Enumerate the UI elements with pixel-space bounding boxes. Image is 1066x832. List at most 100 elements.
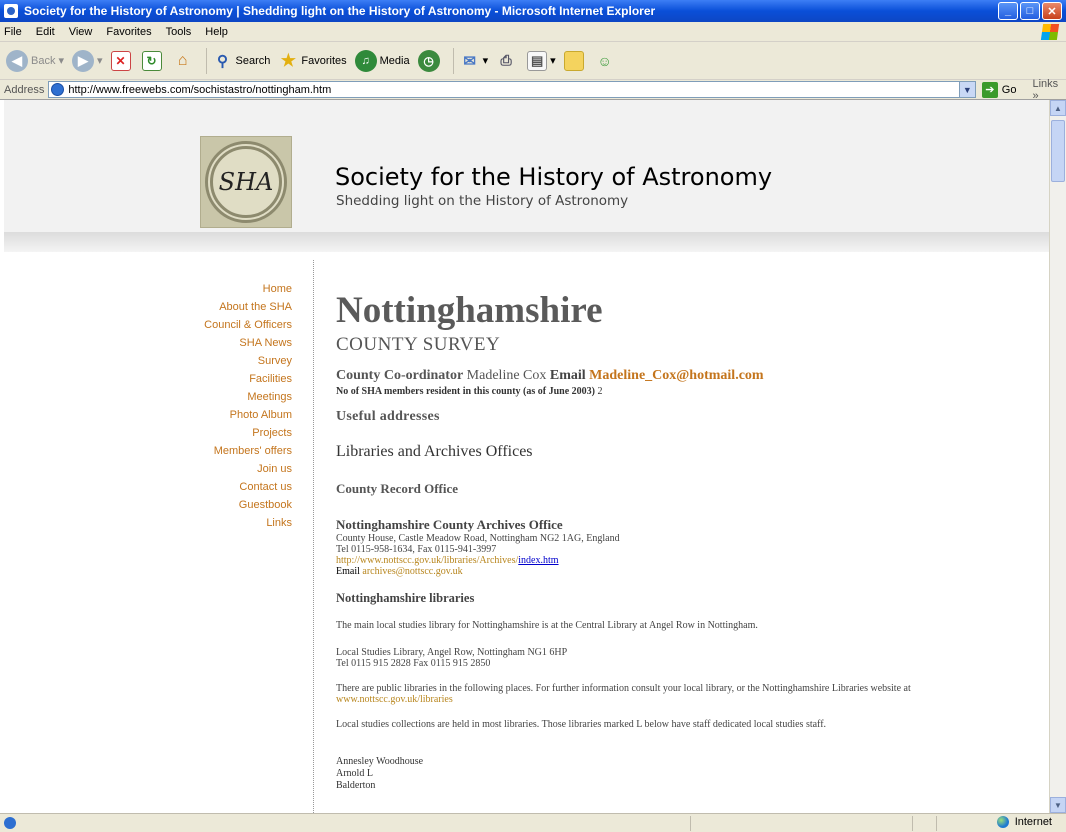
back-label: Back bbox=[31, 54, 56, 67]
media-icon: ♫ bbox=[354, 49, 377, 72]
discuss-button[interactable] bbox=[563, 50, 587, 71]
stop-button[interactable]: ✕ bbox=[110, 50, 134, 71]
central-library-paragraph: The main local studies library for Notti… bbox=[336, 620, 758, 631]
menu-view[interactable]: View bbox=[69, 26, 93, 38]
address-url[interactable]: http://www.freewebs.com/sochistastro/not… bbox=[68, 84, 331, 96]
nav-about[interactable]: About the SHA bbox=[164, 298, 292, 316]
nav-guestbook[interactable]: Guestbook bbox=[164, 496, 292, 514]
address-input[interactable]: http://www.freewebs.com/sochistastro/not… bbox=[48, 81, 976, 98]
sha-logo: SHA bbox=[200, 136, 292, 228]
archives-index-link[interactable]: index.htm bbox=[518, 555, 558, 566]
go-arrow-icon: ➔ bbox=[981, 81, 998, 98]
address-bar: Address http://www.freewebs.com/sochista… bbox=[0, 78, 1066, 102]
internet-globe-icon bbox=[996, 816, 1009, 828]
archives-office-name: Nottinghamshire County Archives Office bbox=[336, 517, 563, 532]
home-icon: ⌂ bbox=[177, 51, 188, 69]
menu-file[interactable]: File bbox=[4, 26, 22, 38]
links-label: Links bbox=[1032, 77, 1059, 90]
maximize-button[interactable]: □ bbox=[1020, 2, 1040, 20]
menu-favorites[interactable]: Favorites bbox=[106, 26, 151, 38]
place-item: Balderton bbox=[336, 780, 376, 791]
refresh-button[interactable]: ↻ bbox=[141, 50, 165, 71]
favorites-label: Favorites bbox=[301, 54, 347, 67]
edit-page-icon: ▤ bbox=[527, 50, 548, 71]
stop-icon: ✕ bbox=[110, 50, 131, 71]
search-button[interactable]: ⚲ Search bbox=[213, 51, 271, 71]
nav-contact[interactable]: Contact us bbox=[164, 478, 292, 496]
header-shadow bbox=[4, 232, 1049, 252]
libraries-website-link[interactable]: www.nottscc.gov.uk/libraries bbox=[336, 694, 1036, 705]
print-button[interactable]: ⎙ bbox=[496, 51, 519, 71]
address-label: Address bbox=[4, 83, 45, 96]
window-title: Society for the History of Astronomy | S… bbox=[24, 4, 656, 18]
nav-links[interactable]: Links bbox=[164, 514, 292, 532]
forward-dropdown-icon[interactable]: ▾ bbox=[97, 54, 103, 67]
local-studies-address: Local Studies Library, Angel Row, Nottin… bbox=[336, 647, 1036, 669]
nav-facilities[interactable]: Facilities bbox=[164, 370, 292, 388]
toolbar: ◀ Back ▾ ▶ ▾ ✕ ↻ ⌂ ⚲ Search ★ Favorites … bbox=[0, 42, 1066, 80]
edit-button[interactable]: ▤ ▾ bbox=[527, 50, 556, 71]
media-label: Media bbox=[379, 54, 410, 67]
web-page: SHA Society for the History of Astronomy… bbox=[4, 100, 1049, 813]
scroll-thumb[interactable] bbox=[1051, 120, 1065, 182]
edit-dropdown-icon[interactable]: ▾ bbox=[550, 54, 556, 67]
local-studies-phone: Tel 0115 915 2828 Fax 0115 915 2850 bbox=[336, 658, 491, 669]
nav-join[interactable]: Join us bbox=[164, 460, 292, 478]
members-value: 2 bbox=[597, 386, 603, 397]
back-button[interactable]: ◀ Back ▾ bbox=[6, 49, 64, 72]
close-button[interactable]: ✕ bbox=[1042, 2, 1062, 20]
nav-home[interactable]: Home bbox=[164, 280, 292, 298]
window-title-bar[interactable]: Society for the History of Astronomy | S… bbox=[0, 0, 1066, 22]
status-divider bbox=[936, 816, 937, 831]
archives-url-link[interactable]: http://www.nottscc.gov.uk/libraries/Arch… bbox=[336, 555, 518, 566]
vertical-scrollbar[interactable]: ▲ ▼ bbox=[1049, 100, 1066, 813]
record-office-heading: County Record Office bbox=[336, 481, 459, 496]
address-dropdown-icon[interactable]: ▼ bbox=[958, 82, 975, 97]
scroll-up-icon[interactable]: ▲ bbox=[1050, 100, 1066, 116]
nav-projects[interactable]: Projects bbox=[164, 424, 292, 442]
site-nav: Home About the SHA Council & Officers SH… bbox=[164, 280, 292, 532]
email-label: Email bbox=[549, 368, 586, 383]
search-icon: ⚲ bbox=[217, 52, 229, 70]
nav-council[interactable]: Council & Officers bbox=[164, 316, 292, 334]
favorites-button[interactable]: ★ Favorites bbox=[278, 51, 347, 71]
links-toolbar[interactable]: Links » bbox=[1032, 78, 1066, 102]
ie-window-icon bbox=[4, 4, 18, 18]
nav-survey[interactable]: Survey bbox=[164, 352, 292, 370]
page-title: Nottinghamshire bbox=[336, 290, 603, 331]
home-button[interactable]: ⌂ bbox=[173, 51, 196, 71]
nav-meetings[interactable]: Meetings bbox=[164, 388, 292, 406]
go-button[interactable]: ➔ Go bbox=[981, 81, 1016, 98]
menu-edit[interactable]: Edit bbox=[36, 26, 55, 38]
forward-button[interactable]: ▶ ▾ bbox=[72, 49, 103, 72]
menu-help[interactable]: Help bbox=[205, 26, 228, 38]
minimize-button[interactable]: _ bbox=[998, 2, 1018, 20]
back-arrow-icon: ◀ bbox=[6, 49, 28, 72]
search-label: Search bbox=[235, 54, 271, 67]
page-icon bbox=[51, 83, 65, 96]
sha-seal-icon: SHA bbox=[205, 141, 287, 223]
nav-photo-album[interactable]: Photo Album bbox=[164, 406, 292, 424]
place-item: Arnold L bbox=[336, 768, 373, 779]
page-subtitle: COUNTY SURVEY bbox=[336, 334, 501, 355]
archives-email-link[interactable]: archives@nottscc.gov.uk bbox=[362, 566, 462, 577]
security-zone: Internet bbox=[996, 816, 1052, 828]
history-button[interactable]: ◷ bbox=[417, 49, 443, 72]
coordinator-line: County Co-ordinator Madeline Cox Email M… bbox=[336, 368, 1036, 384]
scroll-down-icon[interactable]: ▼ bbox=[1050, 797, 1066, 813]
mail-dropdown-icon[interactable]: ▾ bbox=[483, 54, 489, 67]
forward-arrow-icon: ▶ bbox=[72, 49, 94, 72]
nav-news[interactable]: SHA News bbox=[164, 334, 292, 352]
mail-button[interactable]: ✉ ▾ bbox=[460, 51, 489, 71]
main-content: Nottinghamshire COUNTY SURVEY County Co-… bbox=[336, 290, 1036, 792]
nav-members-offers[interactable]: Members' offers bbox=[164, 442, 292, 460]
windows-logo-icon bbox=[1040, 24, 1060, 40]
messenger-button[interactable]: ☺ bbox=[595, 51, 618, 71]
libraries-heading: Libraries and Archives Offices bbox=[336, 443, 533, 460]
menu-tools[interactable]: Tools bbox=[166, 26, 192, 38]
media-button[interactable]: ♫ Media bbox=[354, 49, 410, 72]
coordinator-email-link[interactable]: Madeline_Cox@hotmail.com bbox=[589, 368, 763, 383]
library-places-list: Annesley Woodhouse Arnold L Balderton bbox=[336, 756, 1036, 792]
back-dropdown-icon[interactable]: ▾ bbox=[58, 54, 64, 67]
archives-email-line: Email archives@nottscc.gov.uk bbox=[336, 566, 1036, 577]
